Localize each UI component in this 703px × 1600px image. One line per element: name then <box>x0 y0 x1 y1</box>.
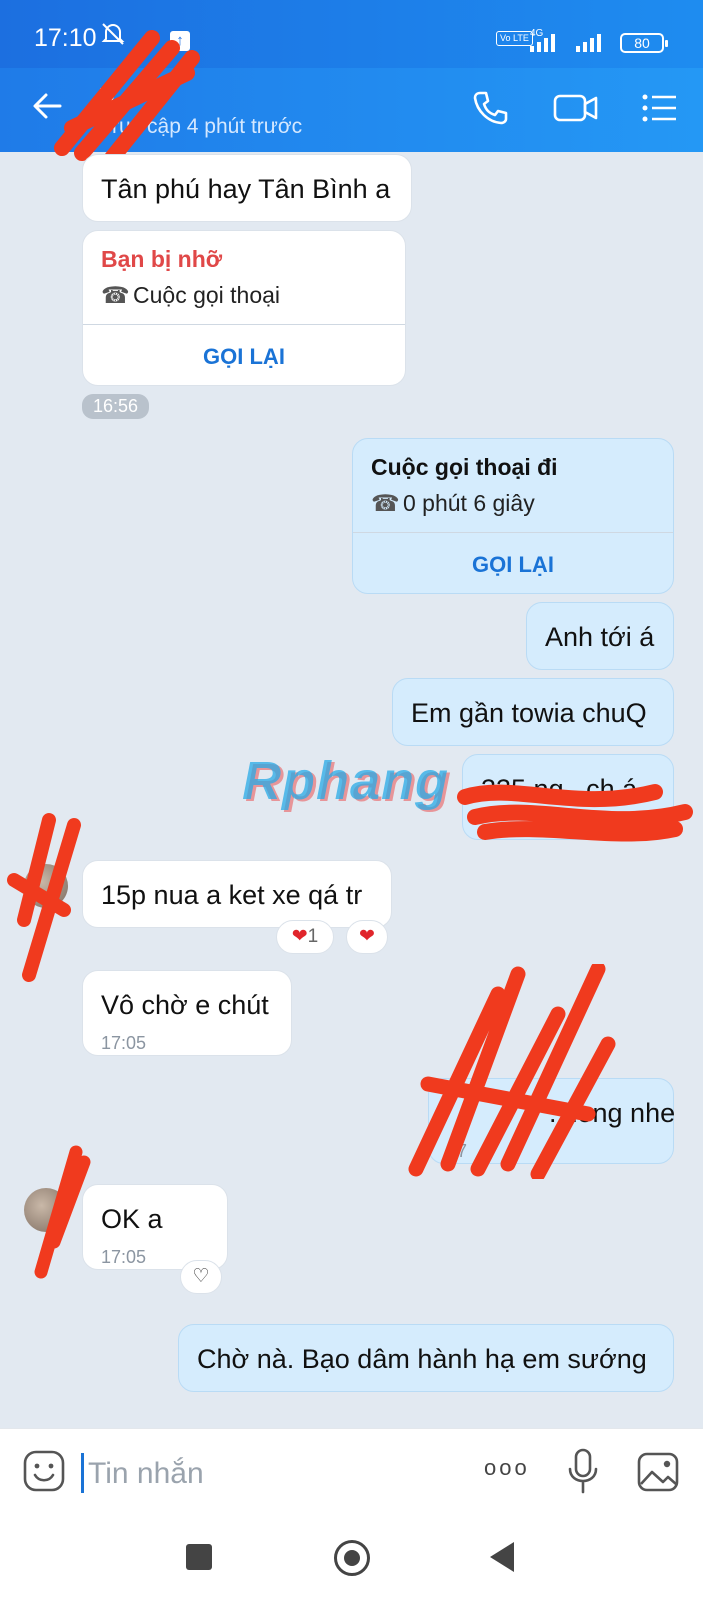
avatar[interactable] <box>24 1188 68 1232</box>
message-bubble-incoming[interactable]: OK a 17:05 <box>82 1184 228 1270</box>
call-back-button[interactable]: GỌI LẠI <box>353 549 673 581</box>
message-time: 17:05 <box>101 1247 147 1267</box>
message-text: Vô chờ e chút <box>101 990 269 1020</box>
message-text: ...long nhe <box>549 1098 676 1128</box>
contact-name[interactable]: V <box>100 82 117 113</box>
missed-call-title: Bạn bị nhỡ <box>101 246 223 272</box>
message-bubble-outgoing[interactable]: Chờ nà. Bạo dâm hành hạ em sướng <box>178 1324 674 1392</box>
outgoing-call-card[interactable]: Cuộc gọi thoại đi ☎ 0 phút 6 giây GỌI LẠI <box>352 438 674 594</box>
microphone-icon[interactable] <box>566 1447 600 1500</box>
message-text: Chờ nà. Bạo dâm hành hạ em sướng <box>197 1344 647 1374</box>
message-bubble-incoming[interactable]: 15p nua a ket xe qá tr <box>82 860 392 928</box>
text-cursor <box>81 1453 84 1493</box>
phone-icon[interactable] <box>470 88 510 133</box>
outgoing-call-title: Cuộc gọi thoại đi <box>371 454 558 480</box>
message-composer: ooo <box>0 1428 703 1517</box>
message-time: 17 <box>447 1141 468 1161</box>
recent-apps-button[interactable] <box>186 1544 212 1570</box>
outgoing-call-icon: ☎ <box>371 490 400 516</box>
heart-icon: ❤ <box>291 926 308 947</box>
signal-icon-2 <box>576 32 610 52</box>
message-text: Anh tới á <box>545 622 655 652</box>
chat-header: V Truy cập 4 phút trước <box>0 30 703 166</box>
message-bubble-outgoing[interactable]: 335 ng...ch á <box>462 754 674 840</box>
message-input[interactable] <box>86 1451 450 1497</box>
call-type-label: Cuộc gọi thoại <box>133 282 281 308</box>
message-time: 17:05 <box>101 1033 147 1053</box>
time-chip: 16:56 <box>82 394 150 419</box>
divider <box>83 324 405 325</box>
upload-icon: ↑ <box>170 31 190 51</box>
message-text: 335 ng...ch á <box>481 774 638 804</box>
back-arrow-icon[interactable] <box>30 88 66 132</box>
list-menu-icon[interactable] <box>640 88 680 133</box>
message-text: Tân phú hay Tân Bình a <box>101 174 391 204</box>
more-options-icon[interactable]: ooo <box>484 1455 530 1481</box>
message-bubble-incoming[interactable]: Tân phú hay Tân Bình a <box>82 154 412 222</box>
missed-call-icon: ☎ <box>101 282 130 308</box>
call-duration: 0 phút 6 giây <box>403 490 535 516</box>
last-seen-status: Truy cập 4 phút trước <box>100 115 303 138</box>
message-text: OK a <box>101 1204 163 1234</box>
emoji-icon[interactable] <box>22 1449 66 1498</box>
reaction-badge[interactable]: ❤1 <box>276 920 334 954</box>
message-bubble-outgoing[interactable]: Em gần towia chuQ <box>392 678 674 746</box>
message-bubble-outgoing[interactable]: ...long nhe 17 <box>428 1078 676 1164</box>
status-bar: 17:10 ↑ Vo LTE 4G 80 <box>0 0 703 68</box>
battery-indicator: 80 <box>620 33 668 53</box>
system-nav-bar <box>0 1516 703 1600</box>
system-back-button[interactable] <box>490 1542 514 1572</box>
home-button[interactable] <box>334 1540 370 1576</box>
call-back-button[interactable]: GỌI LẠI <box>83 341 405 373</box>
message-list[interactable]: Tân phú hay Tân Bình a Bạn bị nhỡ ☎ Cuộc … <box>0 152 703 1428</box>
message-text: 15p nua a ket xe qá tr <box>101 880 363 910</box>
avatar[interactable] <box>24 864 68 908</box>
call-subtitle: ☎ Cuộc gọi thoại <box>101 279 280 311</box>
image-icon[interactable] <box>636 1451 680 1498</box>
muted-bell-icon <box>99 20 127 55</box>
divider <box>353 532 673 533</box>
call-subtitle: ☎ 0 phút 6 giây <box>371 487 535 519</box>
heart-icon[interactable]: ❤ <box>346 920 388 954</box>
volte-badge: Vo LTE <box>496 31 533 46</box>
video-camera-icon[interactable] <box>552 88 600 133</box>
watermark-logo: Rphang <box>242 751 449 811</box>
status-time: 17:10 <box>34 24 97 52</box>
message-bubble-incoming[interactable]: Vô chờ e chút 17:05 <box>82 970 292 1056</box>
message-bubble-outgoing[interactable]: Anh tới á <box>526 602 674 670</box>
missed-call-card[interactable]: Bạn bị nhỡ ☎ Cuộc gọi thoại GỌI LẠI <box>82 230 406 386</box>
reaction-count: 1 <box>307 926 319 947</box>
signal-icon <box>530 32 564 52</box>
message-text: Em gần towia chuQ <box>411 698 647 728</box>
heart-icon[interactable]: ♡ <box>180 1260 222 1294</box>
